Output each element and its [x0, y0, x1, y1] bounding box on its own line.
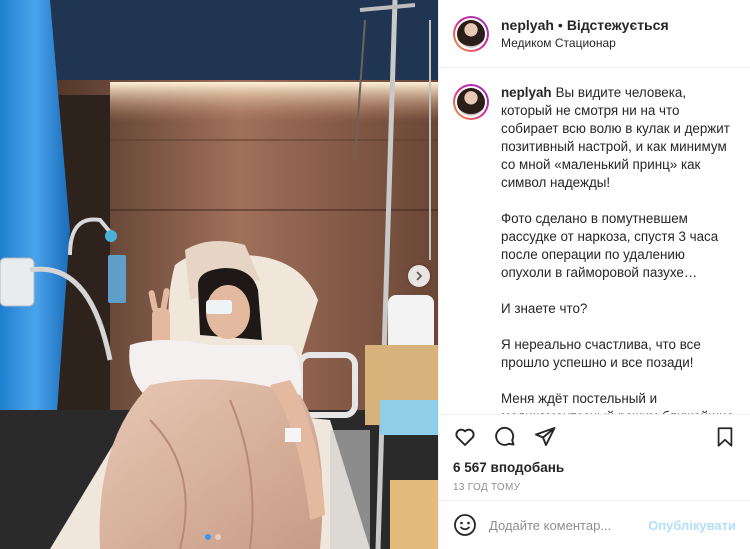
comment-bar: Додайте коментар... Опублікувати: [439, 500, 750, 549]
publish-button[interactable]: Опублікувати: [648, 518, 736, 533]
caption-avatar[interactable]: [453, 84, 489, 120]
chevron-right-icon: [416, 271, 423, 281]
header-username-link[interactable]: neplyah: [501, 17, 554, 33]
header-separator: •: [557, 16, 563, 33]
action-bar: [439, 414, 750, 458]
carousel-indicator: [205, 534, 221, 540]
share-icon[interactable]: [533, 425, 557, 449]
post-header: neplyah • Відстежується Медиком Стационар: [439, 0, 750, 68]
caption-area: neplyah Вы видите человека, который не см…: [439, 68, 750, 414]
caption-paragraph: Я нереально счастлива, что все прошло ус…: [501, 337, 701, 370]
following-button[interactable]: Відстежується: [567, 17, 669, 33]
caption-paragraph: Фото сделано в помутневшем рассудке от н…: [501, 211, 719, 280]
likes-count[interactable]: 6 567 вподобань: [439, 458, 750, 480]
comment-icon[interactable]: [493, 425, 517, 449]
post-photo[interactable]: [0, 0, 438, 549]
emoji-icon[interactable]: [453, 513, 477, 537]
post-sidebar: neplyah • Відстежується Медиком Стационар …: [438, 0, 750, 549]
carousel-dot: [215, 534, 221, 540]
caption-paragraph: Вы видите человека, который не смотря ни…: [501, 85, 730, 190]
caption-username-link[interactable]: neplyah: [501, 85, 552, 100]
bookmark-icon[interactable]: [714, 426, 736, 448]
header-text: neplyah • Відстежується Медиком Стационар: [501, 16, 669, 52]
hospital-bed-photo: [0, 0, 438, 549]
caption-text: neplyah Вы видите человека, который не см…: [501, 84, 736, 414]
carousel-dot-active: [205, 534, 211, 540]
caption-paragraph: И знаете что?: [501, 301, 588, 316]
heart-icon[interactable]: [453, 425, 477, 449]
caption-paragraph: Меня ждёт постельный и медикаментозный р…: [501, 391, 734, 414]
comment-input[interactable]: Додайте коментар...: [489, 518, 648, 533]
profile-picture: [457, 19, 485, 48]
next-slide-button[interactable]: [408, 265, 430, 287]
caption-profile-picture: [457, 88, 485, 116]
instagram-post: neplyah • Відстежується Медиком Стационар …: [0, 0, 750, 549]
avatar[interactable]: [453, 15, 489, 52]
location-link[interactable]: Медиком Стационар: [501, 34, 669, 52]
